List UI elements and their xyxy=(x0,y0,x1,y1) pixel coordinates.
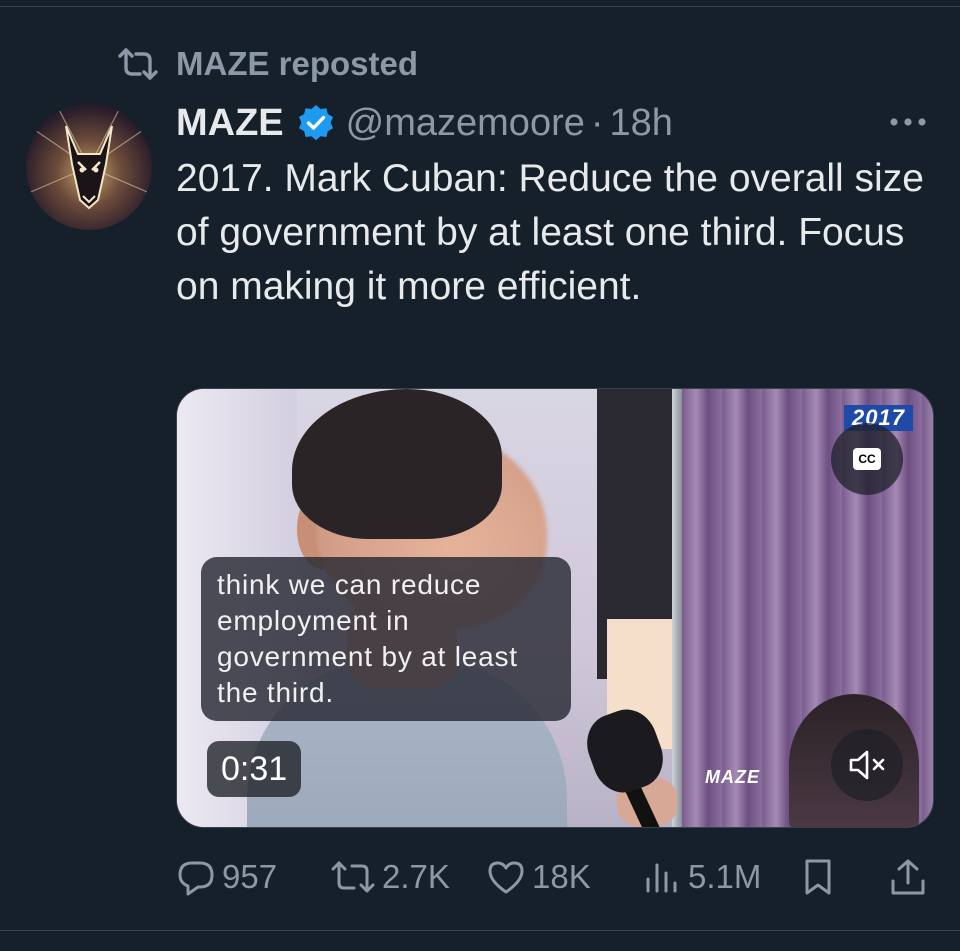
speaker-muted-icon xyxy=(849,750,885,780)
share-button[interactable] xyxy=(888,852,934,902)
doberman-avatar-icon xyxy=(26,104,152,210)
top-divider xyxy=(0,6,960,7)
video-caption: think we can reduce employment in govern… xyxy=(201,557,571,721)
repost-action-icon xyxy=(330,857,376,897)
bookmark-button[interactable] xyxy=(798,852,844,902)
view-count: 5.1M xyxy=(688,858,762,895)
author-handle[interactable]: @mazemoore xyxy=(346,102,585,145)
reply-button[interactable]: 957 xyxy=(176,852,277,902)
video-watermark: MAZE xyxy=(705,767,760,787)
action-bar: 957 2.7K 18K 5.1M xyxy=(176,852,936,902)
more-options-icon[interactable] xyxy=(886,102,930,142)
video-duration: 0:31 xyxy=(207,741,302,797)
post-time[interactable]: 18h xyxy=(610,102,673,145)
mute-button[interactable] xyxy=(831,729,903,801)
views-icon xyxy=(642,857,682,897)
share-icon xyxy=(888,857,928,897)
heart-icon xyxy=(486,857,526,897)
author-avatar[interactable] xyxy=(26,104,152,230)
repost-label: MAZE reposted xyxy=(176,45,419,82)
repost-button[interactable]: 2.7K xyxy=(330,852,450,902)
like-button[interactable]: 18K xyxy=(486,852,591,902)
captions-icon: CC xyxy=(853,448,881,470)
reply-count: 957 xyxy=(222,858,278,895)
bookmark-icon xyxy=(798,857,838,897)
video-player[interactable]: 2017 CC think we can reduce employment i… xyxy=(176,388,934,828)
reply-icon xyxy=(176,857,216,897)
repost-indicator[interactable]: MAZE reposted xyxy=(116,44,418,84)
tweet-header: MAZE @mazemoore · 18h xyxy=(176,98,930,148)
like-count: 18K xyxy=(532,858,591,895)
author-display-name[interactable]: MAZE xyxy=(176,102,284,145)
meta-separator: · xyxy=(590,101,604,144)
bottom-divider xyxy=(0,930,960,931)
views-button[interactable]: 5.1M xyxy=(642,852,761,902)
repost-count: 2.7K xyxy=(382,858,450,895)
video-frame-pole xyxy=(672,389,682,827)
verified-badge-icon[interactable] xyxy=(296,103,336,143)
tweet-text: 2017. Mark Cuban: Reduce the overall siz… xyxy=(176,157,924,308)
repost-icon xyxy=(116,46,160,82)
captions-button[interactable]: CC xyxy=(831,423,903,495)
